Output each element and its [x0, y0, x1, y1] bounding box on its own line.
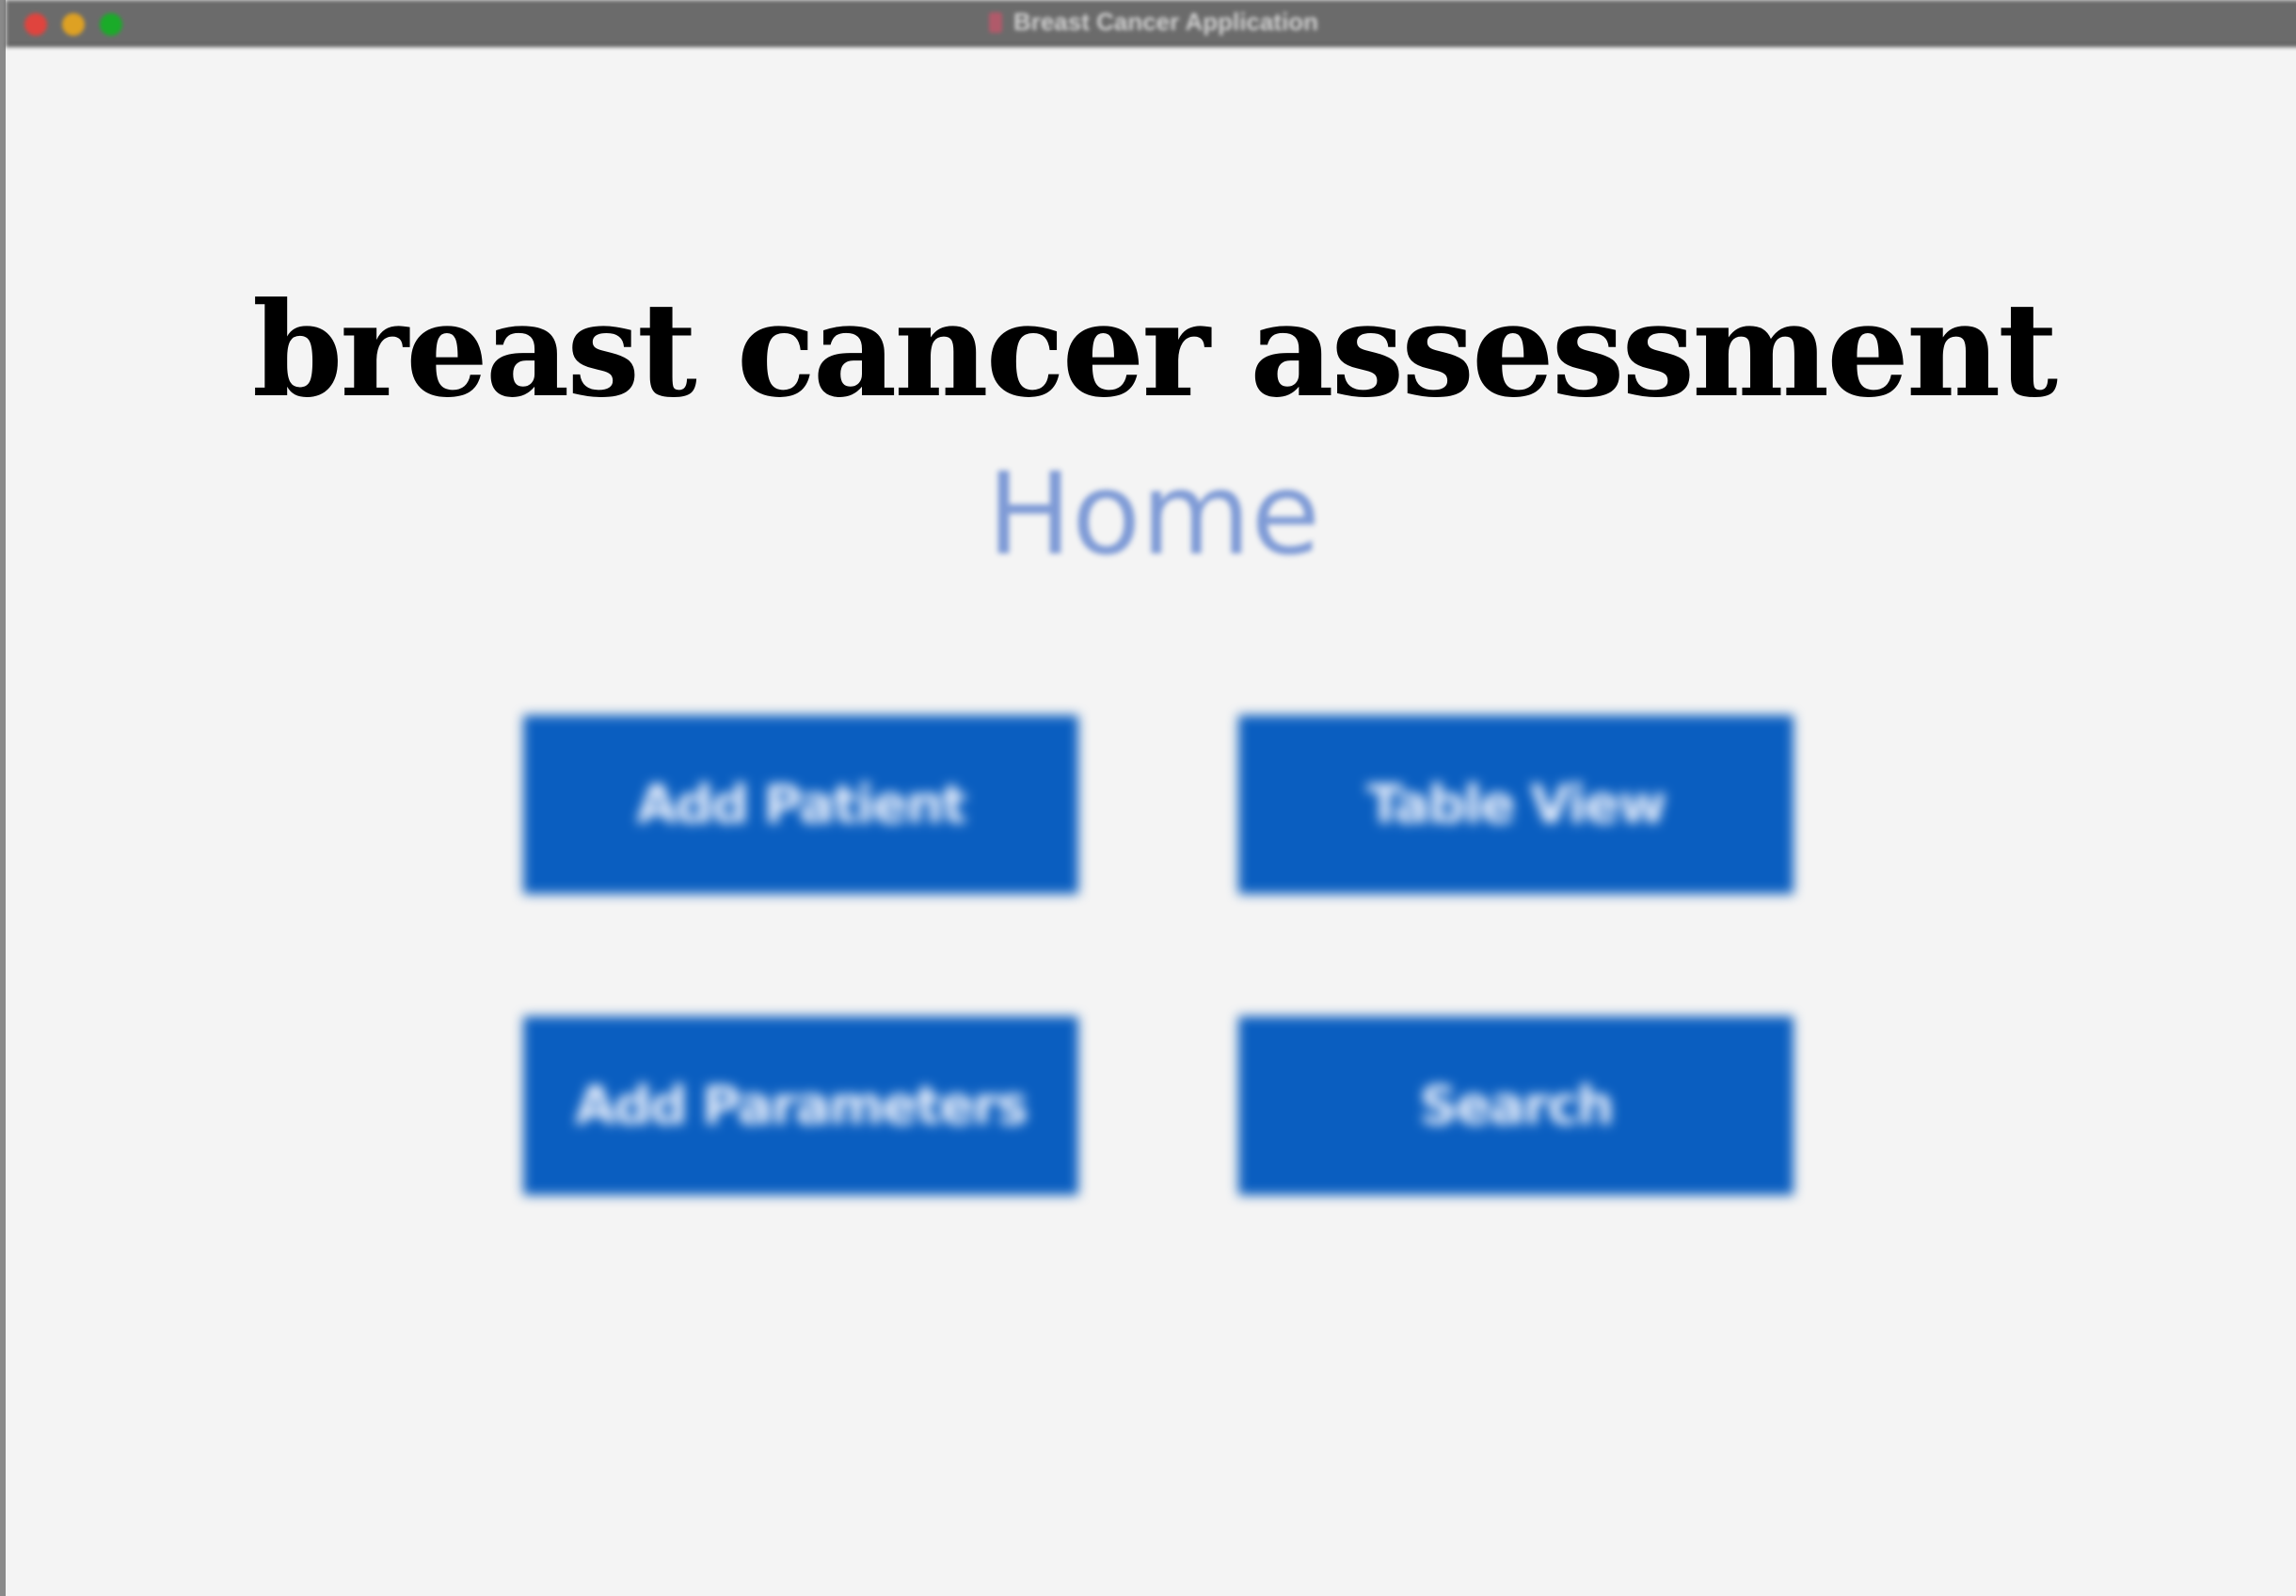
table-view-button[interactable]: Table View [1238, 715, 1794, 894]
app-window: Breast Cancer Application breast cancer … [0, 0, 2296, 1596]
window-title-text: Breast Cancer Application [1012, 8, 1319, 36]
search-button[interactable]: Search [1238, 1016, 1794, 1195]
app-icon [988, 12, 1002, 33]
add-parameters-button[interactable]: Add Parameters [523, 1016, 1078, 1195]
page-subtitle: Home [986, 450, 1321, 581]
add-patient-button[interactable]: Add Patient [523, 715, 1078, 894]
page-title: breast cancer assessment [251, 273, 2058, 426]
window-title: Breast Cancer Application [6, 8, 2296, 37]
window-titlebar[interactable]: Breast Cancer Application [6, 0, 2296, 47]
